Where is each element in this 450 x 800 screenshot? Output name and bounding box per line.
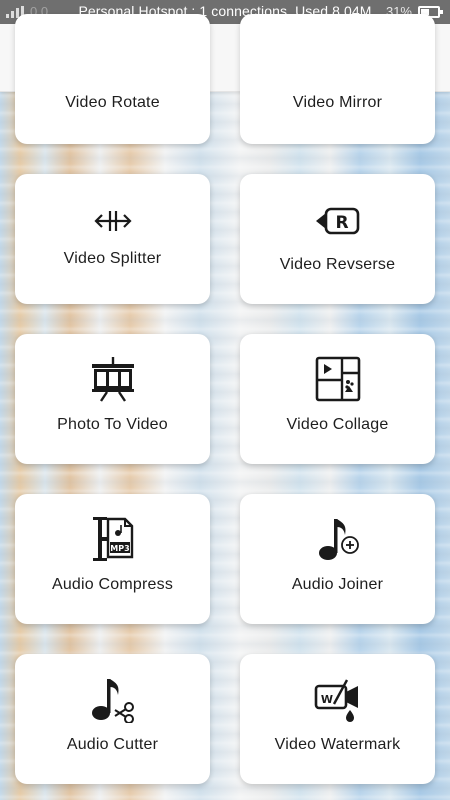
film-board-icon [15,354,210,404]
reverse-icon-letter: R [335,213,348,233]
tool-label: Video Revserse [279,256,396,273]
mp3-icon-text: MP3 [110,544,129,553]
tool-label: Video Splitter [63,250,162,267]
tool-card-audio-compress[interactable]: MP3 Audio Compress [15,494,210,624]
reverse-icon: R [240,196,435,246]
tool-card-audio-cutter[interactable]: Audio Cutter [15,654,210,784]
tool-card-video-mirror[interactable]: Video Mirror [240,14,435,144]
tool-card-video-rotate[interactable]: Video Rotate [15,14,210,144]
tool-card-photo-to-video[interactable]: Photo To Video [15,334,210,464]
tool-card-video-collage[interactable]: Video Collage [240,334,435,464]
tool-label: Audio Joiner [291,576,384,593]
compress-mp3-icon: MP3 [15,514,210,564]
music-note-scissors-icon [15,674,210,724]
tool-label: Audio Cutter [66,736,159,753]
tool-card-video-reverse[interactable]: R Video Revserse [240,174,435,304]
tool-label: Audio Compress [51,576,174,593]
watermark-icon-letter: W [320,693,332,706]
collage-icon [240,354,435,404]
splitter-icon [15,196,210,246]
watermark-camera-icon: W [240,674,435,724]
tool-card-video-watermark[interactable]: W Video Watermark [240,654,435,784]
tool-card-audio-joiner[interactable]: Audio Joiner [240,494,435,624]
music-note-plus-icon [240,514,435,564]
tool-label: Video Mirror [292,94,383,111]
tool-label: Video Rotate [65,94,160,111]
tool-label: Photo To Video [57,416,168,433]
tool-label: Video Collage [286,416,389,433]
tool-label: Video Watermark [274,736,401,753]
tool-card-video-splitter[interactable]: Video Splitter [15,174,210,304]
